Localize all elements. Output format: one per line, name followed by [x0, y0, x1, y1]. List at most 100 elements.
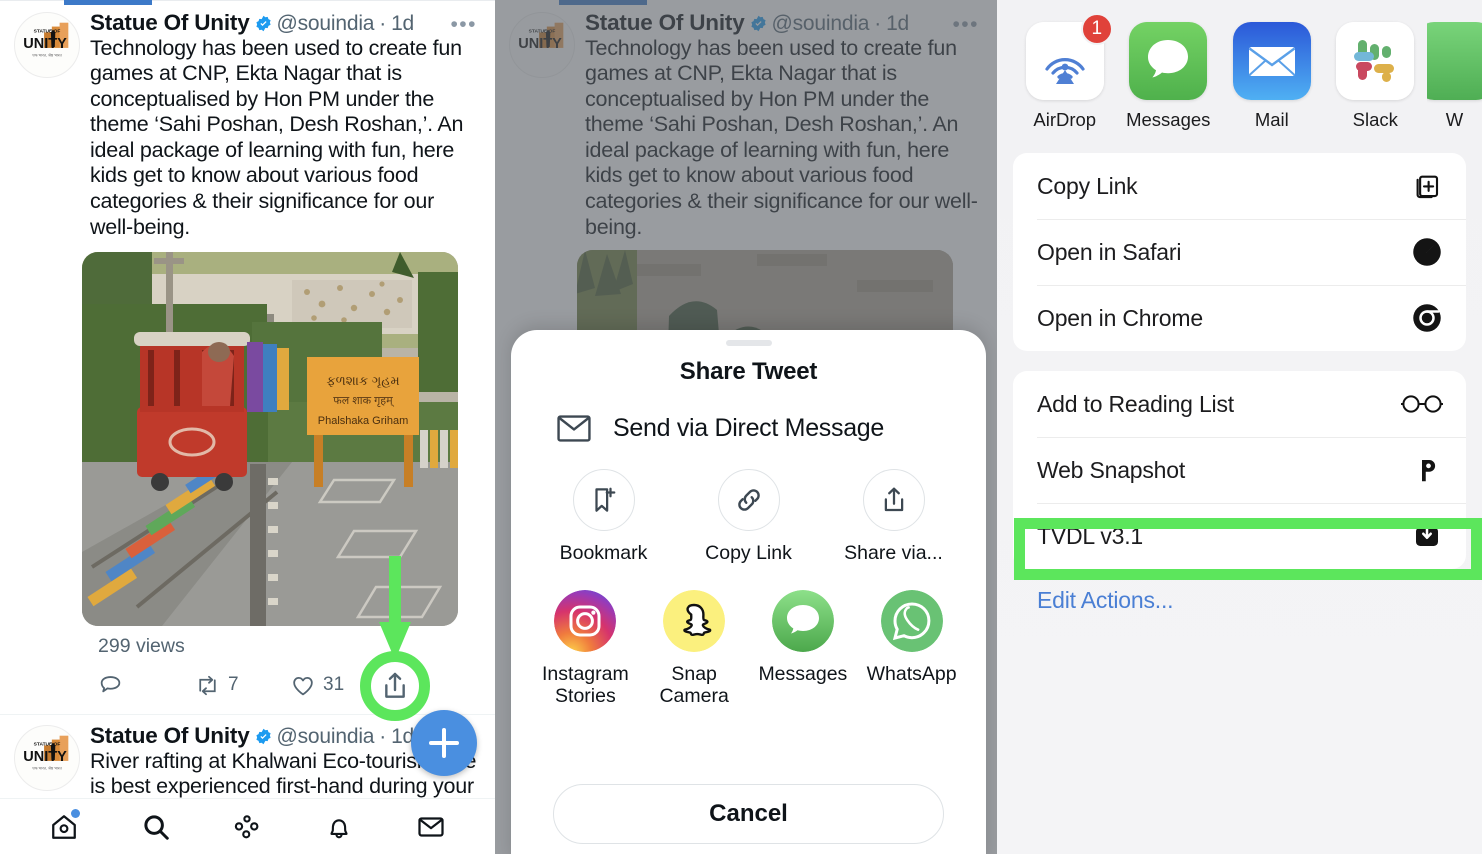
bookmark-plus-icon [594, 487, 615, 512]
messages-label: Messages [1126, 109, 1211, 130]
tweet-text: Technology has been used to create fun g… [90, 35, 464, 239]
cancel-button[interactable]: Cancel [553, 784, 944, 844]
tweet-more-options-icon[interactable]: ••• [450, 14, 477, 35]
home-unread-dot [70, 808, 80, 818]
glasses-icon [1400, 387, 1444, 421]
sidebar-item-home[interactable] [42, 808, 86, 846]
sidebar-item-search[interactable] [134, 808, 178, 846]
whatsapp-label: WhatsApp [866, 663, 957, 685]
edit-actions-link[interactable]: Edit Actions... [1037, 587, 1482, 614]
tvdl-highlight-box [1014, 518, 1482, 580]
slack-tile[interactable]: Slack [1324, 22, 1428, 131]
tweet-separator-next: · [379, 725, 387, 749]
instagram-stories-label: Instagram Stories [542, 663, 629, 707]
airdrop-badge: 1 [1080, 13, 1113, 45]
share-via-action[interactable]: Share via... [821, 469, 966, 564]
reply-action[interactable] [98, 673, 194, 698]
airdrop-tile[interactable]: 1 AirDrop [1013, 13, 1117, 131]
tweet-handle: @souindia [276, 12, 375, 35]
avatar[interactable]: STATUE OF UNITY एक भारत, श्रेष्ठ भारत [14, 12, 80, 78]
share-via-label: Share via... [844, 542, 943, 564]
whatsapp-action[interactable]: WhatsApp [857, 590, 966, 707]
svg-text:STATUE OF: STATUE OF [34, 742, 61, 748]
copy-link-circle [717, 469, 780, 531]
whatsapp-label: W [1445, 109, 1464, 130]
tweet-actions: 7 31 [98, 668, 495, 702]
svg-text:ફળશાક ગૃહમ: ફળશાક ગૃહમ [326, 373, 399, 388]
whatsapp-square [1427, 22, 1482, 100]
like-icon [293, 676, 313, 695]
airdrop-label: AirDrop [1033, 109, 1097, 130]
sidebar-item-messages[interactable] [409, 808, 453, 846]
add-to-reading-list-label: Add to Reading List [1037, 390, 1234, 417]
mail-label: Mail [1254, 109, 1289, 130]
instagram-stories-action[interactable]: Instagram Stories [531, 590, 640, 707]
share-icon [385, 672, 405, 698]
compose-tweet-button[interactable] [411, 710, 477, 776]
instagram-tile [554, 590, 617, 652]
send-via-direct-message-label: Send via Direct Message [613, 414, 885, 442]
share-tweet-sheet: Share Tweet Send via Direct Message Book… [511, 330, 986, 854]
svg-text:STATUE OF: STATUE OF [34, 28, 61, 34]
reply-icon [100, 675, 121, 692]
slack-square [1336, 22, 1415, 100]
messages-tile[interactable]: Messages [1117, 22, 1221, 131]
bookmark-action[interactable]: Bookmark [531, 469, 676, 564]
retweet-icon [199, 675, 216, 695]
instagram-icon [554, 590, 617, 652]
row-web-snapshot[interactable]: Web Snapshot [1013, 437, 1466, 503]
snap-camera-label: Snap Camera [659, 663, 729, 707]
copy-link-action[interactable]: Copy Link [676, 469, 821, 564]
retweet-action[interactable]: 7 [194, 673, 290, 698]
web-snapshot-label: Web Snapshot [1037, 456, 1186, 483]
tweet-display-name: Statue Of Unity [90, 10, 250, 35]
whatsapp-tile-partial[interactable]: W [1427, 22, 1482, 131]
share-button-highlight[interactable] [360, 651, 430, 721]
row-open-in-safari[interactable]: Open in Safari [1013, 219, 1466, 285]
tweet-header: Statue Of Unity @souindia · 1d ••• [90, 10, 479, 35]
snap-camera-action[interactable]: Snap Camera [640, 590, 749, 707]
tweet-body: Statue Of Unity @souindia · 1d ••• Techn… [90, 10, 479, 240]
whatsapp-tile [880, 590, 943, 652]
sidebar-item-notifications[interactable] [317, 808, 361, 846]
messages-action[interactable]: Messages [749, 590, 858, 707]
panel-twitter-feed: STATUE OF UNITY एक भारत, श्रेष्ठ भारत St… [0, 0, 495, 854]
actions-card-links: Copy Link Open in Safari Open in Chrome [1013, 153, 1466, 351]
row-open-in-chrome[interactable]: Open in Chrome [1013, 285, 1466, 351]
chrome-icon [1410, 301, 1444, 335]
sidebar-item-spaces[interactable] [225, 808, 269, 846]
tutorial-screenshot: STATUE OF UNITY एक भारत, श्रेष्ठ भारत St… [0, 0, 1482, 854]
envelope-icon [557, 415, 591, 442]
avatar-next[interactable]: STATUE OF UNITY एक भारत, श्रेष्ठ भारत [14, 725, 80, 792]
statue-of-unity-logo-icon: STATUE OF UNITY एक भारत, श्रेष्ठ भारत [15, 13, 79, 77]
whatsapp-icon [1427, 22, 1482, 100]
send-via-direct-message-row[interactable]: Send via Direct Message [511, 386, 986, 443]
snapchat-tile [663, 590, 726, 652]
copy-link-label: Copy Link [1037, 172, 1138, 199]
svg-text:एक भारत, श्रेष्ठ भारत: एक भारत, श्रेष्ठ भारत [32, 53, 62, 58]
mail-icon [1232, 22, 1311, 100]
panel-twitter-share-sheet: STATUE OF UNITY Statue Of Unity @souindi… [495, 0, 997, 854]
tweet-card[interactable]: STATUE OF UNITY एक भारत, श्रेष्ठ भारत St… [0, 0, 495, 240]
messages-envelope-icon [418, 816, 444, 837]
ios-apps-row: 1 AirDrop Messages Mail Slack W [997, 0, 1482, 131]
whatsapp-icon [880, 590, 943, 652]
tweet-display-name-next: Statue Of Unity [90, 723, 250, 749]
svg-text:UNITY: UNITY [23, 749, 67, 765]
share-up-icon [884, 487, 903, 512]
safari-icon [1410, 235, 1444, 269]
sheet-grabber-handle[interactable] [725, 340, 772, 346]
verified-badge-icon [255, 15, 271, 32]
tweet-timestamp: 1d [391, 12, 415, 35]
row-copy-link[interactable]: Copy Link [1013, 153, 1466, 219]
tweet-handle-next: @souindia [276, 725, 375, 749]
bottom-navigation [0, 798, 495, 854]
svg-text:Phalshaka Griham: Phalshaka Griham [318, 415, 409, 427]
mail-tile[interactable]: Mail [1220, 22, 1324, 131]
tweet-view-count: 299 views [98, 635, 185, 658]
slack-label: Slack [1352, 109, 1398, 130]
open-in-chrome-label: Open in Chrome [1037, 304, 1203, 331]
spaces-icon [235, 814, 259, 838]
statue-of-unity-logo-icon: STATUE OF UNITY एक भारत, श्रेष्ठ भारत [15, 727, 79, 790]
row-add-to-reading-list[interactable]: Add to Reading List [1013, 371, 1466, 437]
